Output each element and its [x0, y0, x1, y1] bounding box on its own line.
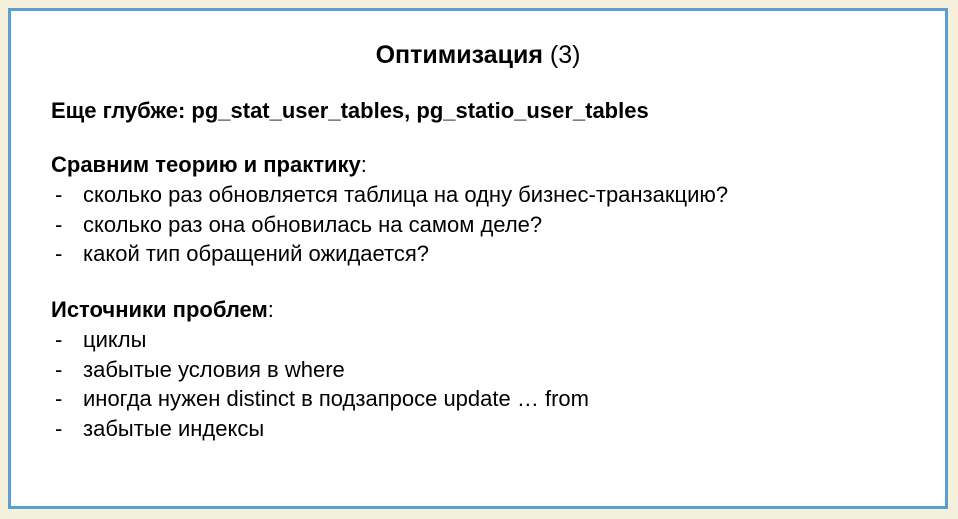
list-item: иногда нужен distinct в подзапросе updat… [51, 384, 905, 414]
section1-title-rest: : [361, 152, 367, 177]
section2-list: циклы забытые условия в where иногда нуж… [51, 325, 905, 444]
slide-title-rest: (3) [543, 41, 581, 69]
section-theory-practice: Сравним теорию и практику: сколько раз о… [51, 152, 905, 269]
section-problem-sources: Источники проблем: циклы забытые условия… [51, 297, 905, 444]
subhead-text: Еще глубже: pg_stat_user_tables, pg_stat… [51, 98, 905, 124]
section2-title: Источники проблем: [51, 297, 905, 323]
section1-title: Сравним теорию и практику: [51, 152, 905, 178]
section2-title-bold: Источники проблем [51, 297, 268, 322]
slide-frame: Оптимизация (3) Еще глубже: pg_stat_user… [8, 8, 948, 509]
subhead-block: Еще глубже: pg_stat_user_tables, pg_stat… [51, 98, 905, 124]
list-item: сколько раз обновляется таблица на одну … [51, 180, 905, 210]
section1-list: сколько раз обновляется таблица на одну … [51, 180, 905, 269]
section1-title-bold: Сравним теорию и практику [51, 152, 361, 177]
slide-title-bold: Оптимизация [376, 41, 543, 69]
list-item: какой тип обращений ожидается? [51, 239, 905, 269]
list-item: забытые условия в where [51, 355, 905, 385]
slide-title: Оптимизация (3) [51, 41, 905, 70]
section2-title-rest: : [268, 297, 274, 322]
list-item: сколько раз она обновилась на самом деле… [51, 210, 905, 240]
list-item: циклы [51, 325, 905, 355]
list-item: забытые индексы [51, 414, 905, 444]
